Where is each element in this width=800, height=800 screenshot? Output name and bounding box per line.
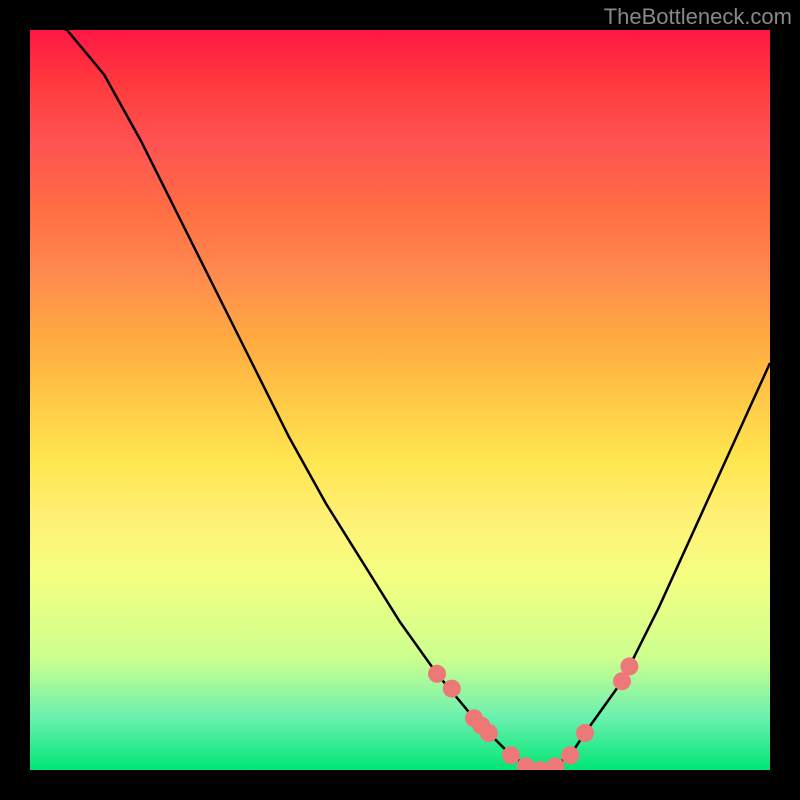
curve-markers (428, 657, 638, 770)
curve-marker (502, 746, 520, 764)
chart-svg (30, 30, 770, 770)
curve-marker (546, 757, 564, 770)
curve-marker (480, 724, 498, 742)
curve-marker (443, 680, 461, 698)
curve-marker (576, 724, 594, 742)
watermark-text: TheBottleneck.com (604, 4, 792, 30)
curve-marker (620, 657, 638, 675)
curve-marker (428, 665, 446, 683)
curve-marker (561, 746, 579, 764)
bottleneck-curve (30, 30, 770, 770)
